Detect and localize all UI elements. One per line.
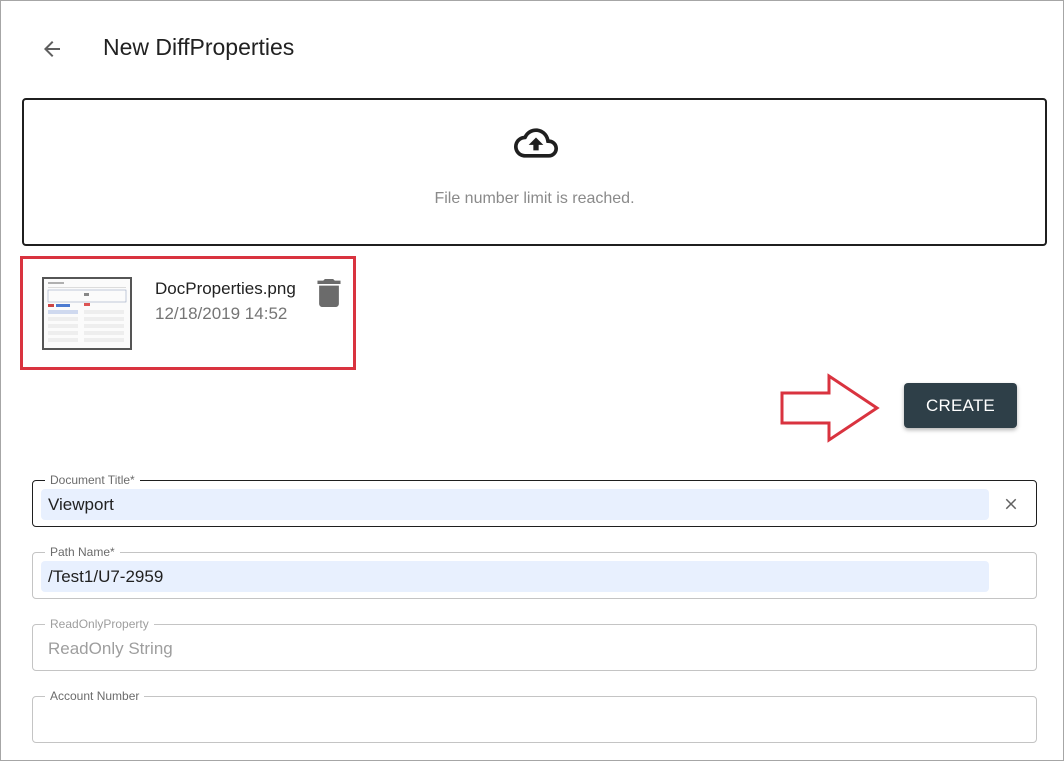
create-button[interactable]: CREATE <box>904 383 1017 428</box>
trash-icon <box>317 279 341 307</box>
readonly-property-input <box>41 633 1001 664</box>
file-thumbnail <box>42 277 132 350</box>
close-icon <box>1005 498 1017 510</box>
account-number-label: Account Number <box>45 688 145 704</box>
file-name: DocProperties.png <box>155 279 296 298</box>
clear-document-title-button[interactable] <box>1000 493 1022 515</box>
path-name-label: Path Name* <box>45 544 120 560</box>
dropzone-message: File number limit is reached. <box>434 190 635 207</box>
path-name-field[interactable]: Path Name* <box>32 544 1037 599</box>
arrow-left-icon <box>44 41 60 57</box>
file-dropzone[interactable]: File number limit is reached. <box>22 98 1047 246</box>
document-title-field[interactable]: Document Title* <box>32 472 1037 527</box>
cloud-upload-icon <box>514 128 558 158</box>
uploaded-file-card: DocProperties.png 12/18/2019 14:52 <box>20 256 356 370</box>
annotation-arrow-icon <box>780 373 880 443</box>
readonly-property-field: ReadOnlyProperty <box>32 616 1037 671</box>
delete-file-button[interactable] <box>317 279 341 307</box>
readonly-property-label: ReadOnlyProperty <box>45 616 154 632</box>
document-title-input[interactable] <box>41 489 989 520</box>
path-name-input[interactable] <box>41 561 989 592</box>
document-title-label: Document Title* <box>45 472 140 488</box>
account-number-input[interactable] <box>41 705 1001 736</box>
page-title: New DiffProperties <box>103 34 295 60</box>
back-button[interactable] <box>36 33 68 65</box>
file-date: 12/18/2019 14:52 <box>155 304 288 323</box>
account-number-field[interactable]: Account Number <box>32 688 1037 743</box>
